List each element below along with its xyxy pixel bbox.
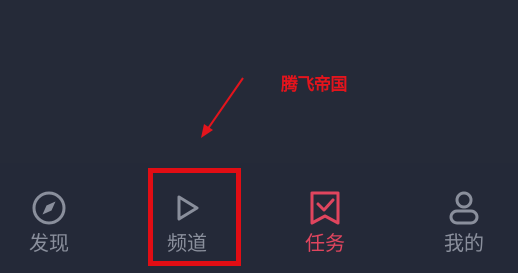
tab-tasks[interactable]: 任务 — [270, 163, 380, 273]
app-screen: 腾飞帝国 发现 频道 任务 我的 — [0, 0, 518, 273]
tab-me[interactable]: 我的 — [409, 163, 518, 273]
task-bookmark-check-icon — [307, 190, 343, 226]
user-profile-icon — [446, 190, 482, 226]
bottom-tab-bar: 发现 频道 任务 我的 — [0, 163, 518, 273]
tab-channel[interactable]: 频道 — [132, 163, 242, 273]
tab-channel-label: 频道 — [167, 231, 207, 255]
annotation-watermark-label: 腾飞帝国 — [281, 75, 348, 95]
tab-tasks-label: 任务 — [305, 231, 345, 255]
compass-icon — [31, 190, 67, 226]
tab-discover-label: 发现 — [29, 231, 69, 255]
tab-discover[interactable]: 发现 — [0, 163, 104, 273]
tab-me-label: 我的 — [444, 231, 484, 255]
play-icon — [169, 190, 205, 226]
